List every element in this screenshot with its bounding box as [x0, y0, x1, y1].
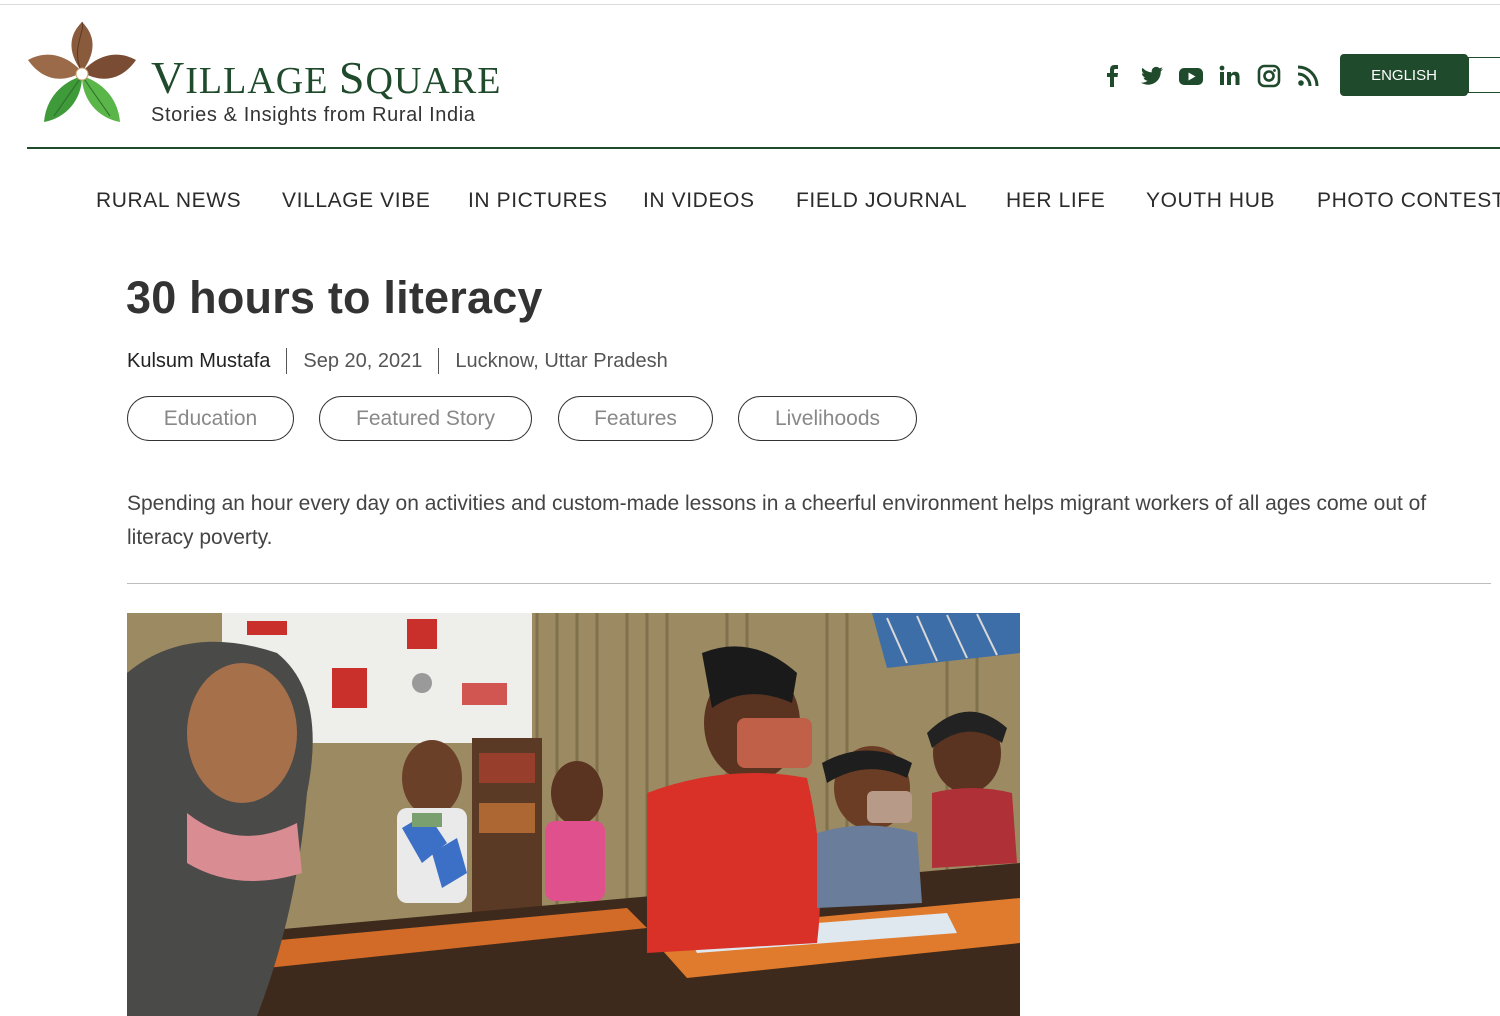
article-summary: Spending an hour every day on activities… — [127, 492, 1427, 549]
facebook-icon[interactable] — [1100, 63, 1126, 91]
meta-separator — [438, 348, 440, 374]
article-hero-image — [127, 613, 1020, 1016]
nav-item-rural-news[interactable]: RURAL NEWS — [96, 189, 241, 213]
twitter-icon[interactable] — [1139, 63, 1165, 91]
nav-item-youth-hub[interactable]: YOUTH HUB — [1146, 189, 1275, 213]
tag-features[interactable]: Features — [558, 396, 713, 441]
tag-livelihoods[interactable]: Livelihoods — [738, 396, 917, 441]
language-button[interactable]: ENGLISH — [1340, 54, 1468, 96]
linkedin-icon[interactable] — [1217, 63, 1243, 91]
village-square-logo-icon[interactable] — [26, 20, 138, 128]
rss-icon[interactable] — [1295, 63, 1321, 91]
nav-item-in-pictures[interactable]: IN PICTURES — [468, 189, 608, 213]
social-links — [1100, 62, 1334, 92]
main-nav: RURAL NEWS VILLAGE VIBE IN PICTURES IN V… — [0, 189, 1500, 217]
tag-featured-story[interactable]: Featured Story — [319, 396, 532, 441]
site-title[interactable]: VILLAGE SQUARE — [151, 52, 501, 107]
nav-item-her-life[interactable]: HER LIFE — [1006, 189, 1105, 213]
instagram-icon[interactable] — [1256, 63, 1282, 91]
tag-education[interactable]: Education — [127, 396, 294, 441]
nav-item-field-journal[interactable]: FIELD JOURNAL — [796, 189, 967, 213]
article-author[interactable]: Kulsum Mustafa — [127, 350, 270, 373]
meta-separator — [286, 348, 288, 374]
youtube-icon[interactable] — [1178, 63, 1204, 91]
article-date: Sep 20, 2021 — [303, 349, 423, 372]
language-dropdown-edge[interactable] — [1466, 57, 1500, 93]
article-divider — [127, 583, 1491, 584]
header-divider — [27, 147, 1500, 149]
top-border — [0, 4, 1500, 5]
article-meta: Kulsum Mustafa Sep 20, 2021 Lucknow, Utt… — [127, 348, 668, 374]
nav-item-village-vibe[interactable]: VILLAGE VIBE — [282, 189, 430, 213]
site-tagline: Stories & Insights from Rural India — [151, 104, 476, 126]
nav-item-photo-contest[interactable]: PHOTO CONTEST — [1317, 189, 1500, 213]
nav-item-in-videos[interactable]: IN VIDEOS — [643, 189, 755, 213]
article-title: 30 hours to literacy — [126, 272, 543, 323]
article-location: Lucknow, Uttar Pradesh — [455, 349, 668, 372]
